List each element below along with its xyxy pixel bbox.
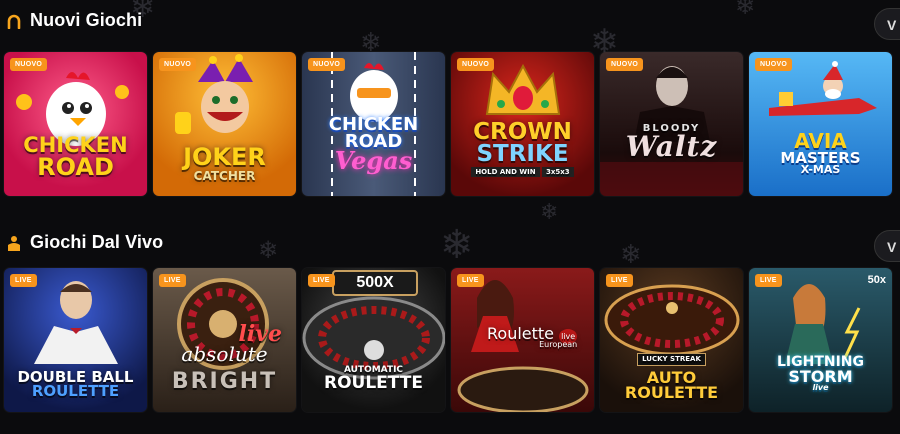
game-logo: CHICKEN ROAD xyxy=(23,133,128,181)
game-card-chicken-road-vegas[interactable]: NUOVO CHICKEN ROAD Vegas xyxy=(302,52,445,196)
games-row: LIVE DOUBLE BALL ROULETTE LIVE live abso… xyxy=(4,268,892,412)
horseshoe-icon xyxy=(7,14,21,29)
game-card-auto-roulette[interactable]: LIVE LUCKY STREAK AUTO ROULETTE xyxy=(600,268,743,412)
multiplier-banner: 500X xyxy=(332,270,418,296)
live-badge: LIVE xyxy=(308,274,335,287)
game-card-chicken-road[interactable]: NUOVO CHICKEN ROAD xyxy=(4,52,147,196)
game-logo: JOKER CATCHER xyxy=(183,143,266,183)
section-header: Giochi Dal Vivo xyxy=(6,232,163,253)
game-card-absolute-bright[interactable]: LIVE live absolute BRIGHT xyxy=(153,268,296,412)
game-logo: BLOODY Waltz xyxy=(625,123,718,163)
new-badge: NUOVO xyxy=(755,58,793,71)
snowflake-icon: ❄ xyxy=(620,240,642,270)
game-card-automatic-roulette[interactable]: LIVE 500X AUTOMATIC ROULETTE xyxy=(302,268,445,412)
game-card-crown-strike[interactable]: NUOVO CROWN STRIKE HOLD AND WIN 3x5x3 xyxy=(451,52,594,196)
game-logo: live absolute BRIGHT xyxy=(171,321,282,394)
game-card-avia-masters-xmas[interactable]: NUOVO AVIA MASTERS X-MAS xyxy=(749,52,892,196)
live-badge: LIVE xyxy=(606,274,633,287)
new-badge: NUOVO xyxy=(159,58,197,71)
games-row: NUOVO CHICKEN ROAD NUOVO JOKER CATCHER N… xyxy=(4,52,892,196)
dealer-icon xyxy=(8,235,20,251)
game-logo: CROWN STRIKE HOLD AND WIN 3x5x3 xyxy=(471,119,574,177)
section-title: Nuovi Giochi xyxy=(30,10,143,30)
game-logo: LUCKY STREAK AUTO ROULETTE xyxy=(624,353,719,402)
game-logo: AVIA MASTERS X-MAS xyxy=(780,129,861,177)
section-header: Nuovi Giochi xyxy=(6,10,142,31)
snowflake-icon: ❄ xyxy=(440,222,474,268)
new-badge: NUOVO xyxy=(457,58,495,71)
game-logo: DOUBLE BALL ROULETTE xyxy=(17,368,134,401)
game-card-bloody-waltz[interactable]: NUOVO BLOODY Waltz xyxy=(600,52,743,196)
game-card-lightning-storm[interactable]: LIVE 50x LIGHTNING STORM live xyxy=(749,268,892,412)
new-badge: NUOVO xyxy=(606,58,644,71)
live-badge: LIVE xyxy=(457,274,484,287)
game-logo: Roulette live European xyxy=(487,324,578,350)
game-logo: CHICKEN ROAD Vegas xyxy=(328,114,419,176)
snowflake-icon: ❄ xyxy=(258,236,279,264)
live-badge: LIVE xyxy=(755,274,782,287)
section-title: Giochi Dal Vivo xyxy=(30,232,164,252)
game-card-double-ball-roulette[interactable]: LIVE DOUBLE BALL ROULETTE xyxy=(4,268,147,412)
live-badge: LIVE xyxy=(159,274,186,287)
live-badge: LIVE xyxy=(10,274,37,287)
new-badge: NUOVO xyxy=(10,58,48,71)
game-card-roulette-european[interactable]: LIVE Roulette live European xyxy=(451,268,594,412)
snowflake-icon: ❄ xyxy=(540,200,559,225)
multiplier-label: 50x xyxy=(867,274,886,286)
new-badge: NUOVO xyxy=(308,58,346,71)
game-card-joker-catcher[interactable]: NUOVO JOKER CATCHER xyxy=(153,52,296,196)
snowflake-icon: ❄ xyxy=(735,0,756,20)
game-logo: LIGHTNING STORM live xyxy=(776,354,865,393)
see-all-button[interactable]: V xyxy=(874,230,900,262)
see-all-button[interactable]: V xyxy=(874,8,900,40)
game-logo: AUTOMATIC ROULETTE xyxy=(324,365,423,393)
